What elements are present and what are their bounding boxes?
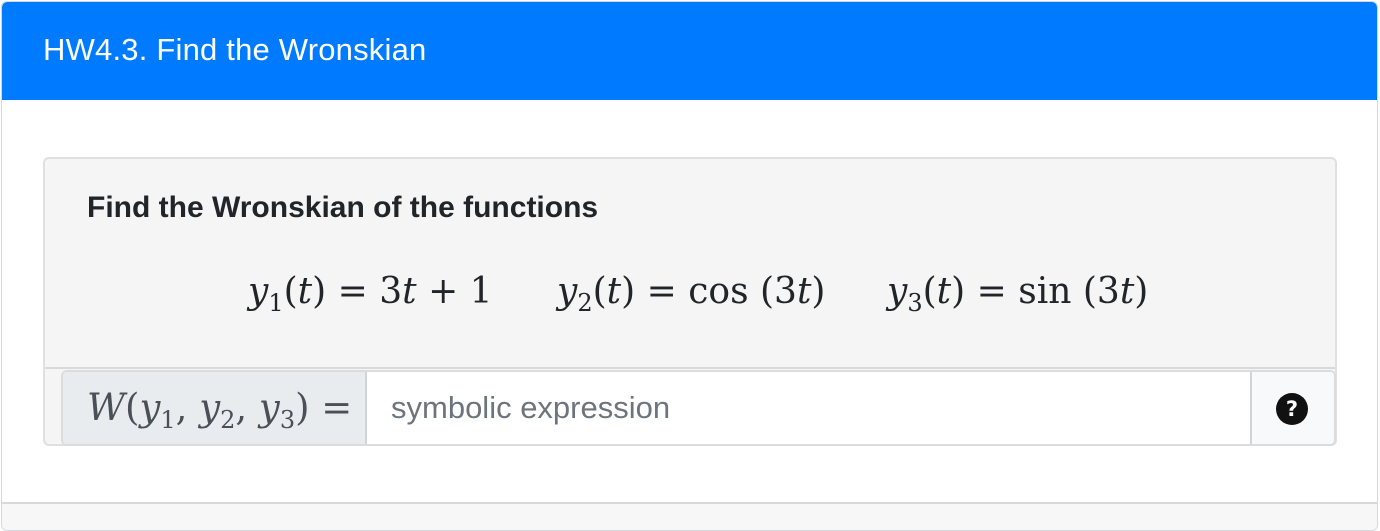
- function-expression: cos (3t): [688, 271, 826, 312]
- function-y1: y1(t) = 3t + 1: [248, 271, 493, 317]
- divider: [45, 367, 1335, 369]
- answer-input-group: W(y1, y2, y3) = ?: [61, 370, 1336, 446]
- question-body: Find the Wronskian of the functions y1(t…: [43, 157, 1337, 446]
- question-card: HW4.3. Find the Wronskian Find the Wrons…: [1, 1, 1378, 531]
- function-name: y: [248, 271, 269, 312]
- function-expression: sin (3t): [1018, 271, 1149, 312]
- question-prompt: Find the Wronskian of the functions: [87, 191, 599, 224]
- question-title: HW4.3. Find the Wronskian: [43, 32, 427, 67]
- function-expression: 3t + 1: [379, 271, 493, 312]
- function-index: 2: [577, 289, 593, 317]
- function-name: y: [557, 271, 578, 312]
- function-variable: t: [297, 271, 313, 312]
- function-variable: t: [606, 271, 622, 312]
- function-index: 1: [268, 289, 284, 317]
- answer-input[interactable]: [367, 372, 1251, 444]
- function-y2: y2(t) = cos (3t): [557, 271, 826, 317]
- function-y3: y3(t) = sin (3t): [887, 271, 1149, 317]
- help-addon: ?: [1250, 372, 1334, 444]
- wronskian-label: W(y1, y2, y3) =: [87, 386, 353, 434]
- card-header: HW4.3. Find the Wronskian: [2, 2, 1377, 100]
- question-circle-icon[interactable]: ?: [1276, 393, 1308, 425]
- function-variable: t: [936, 271, 952, 312]
- function-index: 3: [907, 289, 923, 317]
- card-footer: [2, 502, 1377, 530]
- function-name: y: [887, 271, 908, 312]
- answer-label: W(y1, y2, y3) =: [63, 372, 367, 444]
